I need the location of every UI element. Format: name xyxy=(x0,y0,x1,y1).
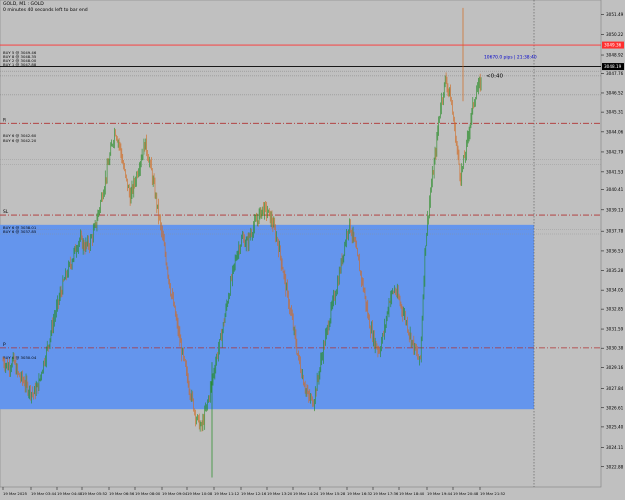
y-tick-label: 3037.78 xyxy=(606,229,624,234)
y-tick-label: 3035.28 xyxy=(606,268,624,273)
x-tick-label: 19 Mar 19:44 xyxy=(427,491,453,496)
x-tick-label: 19 Mar 18:40 xyxy=(399,491,425,496)
x-tick-label: 19 Mar 03:44 xyxy=(31,491,57,496)
axis-price-label-1: 3048.19 xyxy=(604,64,622,69)
x-tick-label: 19 Mar 2025 xyxy=(3,491,28,496)
y-tick-label: 3026.61 xyxy=(606,405,624,410)
order-label-7: BUY 6 @ 3037.85 xyxy=(3,229,37,234)
y-tick-label: 3034.05 xyxy=(606,288,624,293)
x-tick-label: 19 Mar 05:52 xyxy=(82,491,108,496)
order-label-5: BUY 6 @ 3042.20 xyxy=(3,138,37,143)
order-label-3: BUY 1 @ 3047.88 xyxy=(3,62,37,67)
y-tick-label: 3048.92 xyxy=(606,53,624,58)
x-tick-label: 19 Mar 04:48 xyxy=(57,491,83,496)
x-tick-label: 19 Mar 11:12 xyxy=(214,491,240,496)
level-label-r: R xyxy=(3,117,6,123)
y-tick-label: 3044.06 xyxy=(606,129,624,134)
y-tick-label: 3030.38 xyxy=(606,346,624,351)
y-tick-label: 3040.41 xyxy=(606,187,624,192)
x-tick-label: 19 Mar 06:56 xyxy=(109,491,135,496)
x-tick-label: 19 Mar 13:20 xyxy=(267,491,293,496)
x-tick-label: 19 Mar 16:32 xyxy=(347,491,373,496)
y-tick-label: 3041.53 xyxy=(606,169,624,174)
pip-label: 10670.0 pips | 21:38:40 xyxy=(484,55,537,61)
y-tick-label: 3039.13 xyxy=(606,207,624,212)
y-tick-label: 3051.49 xyxy=(606,12,624,17)
y-tick-label: 3047.76 xyxy=(606,71,624,76)
y-tick-label: 3046.52 xyxy=(606,90,624,95)
y-tick-label: 3024.11 xyxy=(606,445,624,450)
y-tick-label: 3042.79 xyxy=(606,149,624,154)
y-tick-label: 3036.53 xyxy=(606,248,624,253)
chart-canvas[interactable]: RSLPBUY 5 @ 3049.46BUY 8 @ 3048.35BUY 2 … xyxy=(0,0,625,500)
x-tick-label: 19 Mar 21:52 xyxy=(480,491,506,496)
order-label-8: BUY 6 @ 3030.04 xyxy=(3,355,37,360)
y-tick-label: 3029.16 xyxy=(606,365,624,370)
y-tick-label: 3031.59 xyxy=(606,327,624,332)
axis-price-label-0: 3049.36 xyxy=(604,43,622,48)
x-tick-label: 19 Mar 10:08 xyxy=(187,491,213,496)
x-tick-label: 19 Mar 08:00 xyxy=(135,491,161,496)
y-tick-label: 3025.40 xyxy=(606,424,624,429)
x-tick-label: 19 Mar 14:24 xyxy=(293,491,319,496)
y-tick-label: 3032.85 xyxy=(606,307,624,312)
y-tick-label: 3027.84 xyxy=(606,386,624,391)
y-tick-label: 3045.31 xyxy=(606,110,624,115)
chart-window[interactable]: R SL P BUY 5 @ 3049.46 BUY 8 @ 3048.35 BUY 2 … xyxy=(0,0,625,500)
x-tick-label: 19 Mar 15:28 xyxy=(320,491,346,496)
y-tick-label: 3022.88 xyxy=(606,464,624,469)
x-tick-label: 19 Mar 09:04 xyxy=(162,491,188,496)
level-label-sl: SL xyxy=(3,209,9,215)
x-tick-label: 19 Mar 12:16 xyxy=(241,491,267,496)
level-label-p: P xyxy=(3,342,6,348)
y-tick-label: 3050.22 xyxy=(606,32,624,37)
bar-timer: 0 minutes 40 seconds left to bar end xyxy=(3,8,88,13)
countdown-label: <0:40 xyxy=(486,73,503,79)
zone-rectangle[interactable] xyxy=(0,224,534,410)
x-tick-label: 19 Mar 17:36 xyxy=(373,491,399,496)
x-tick-label: 19 Mar 20:48 xyxy=(453,491,479,496)
